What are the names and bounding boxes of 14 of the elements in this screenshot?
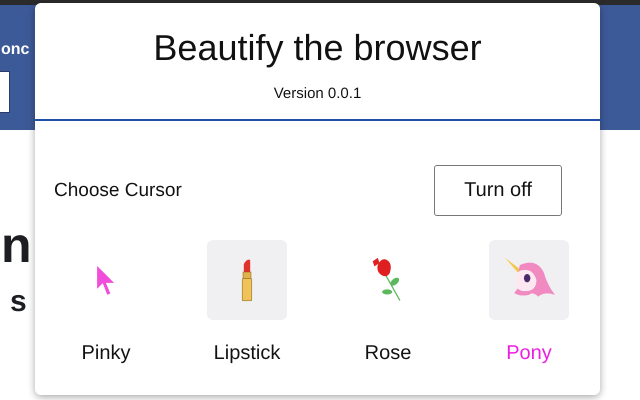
- section-label: Choose Cursor: [54, 180, 182, 202]
- popup-title: Beautify the browser: [153, 26, 482, 70]
- turn-off-button[interactable]: Turn off: [434, 165, 562, 216]
- cursor-label[interactable]: Rose: [364, 342, 412, 365]
- cursor-tile[interactable]: [489, 240, 569, 320]
- version-text: Version 0.0.1: [274, 85, 362, 102]
- cursor-label[interactable]: Pony: [506, 342, 552, 365]
- page-heading: n: [1, 216, 33, 275]
- header-text: onc: [1, 41, 30, 59]
- input-field[interactable]: [0, 71, 10, 113]
- cursor-label[interactable]: Pinky: [82, 342, 130, 365]
- cursor-label[interactable]: Lipstick: [214, 342, 280, 365]
- cursor-tile[interactable]: [207, 240, 287, 320]
- page-subheading: s: [10, 285, 28, 319]
